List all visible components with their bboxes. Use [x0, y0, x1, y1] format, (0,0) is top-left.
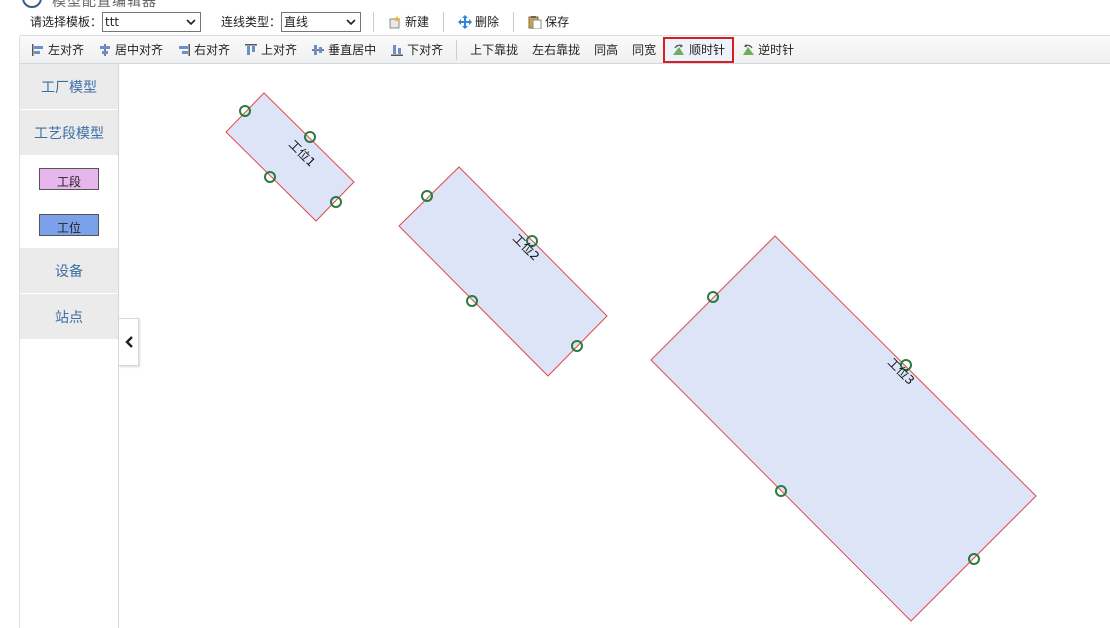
align-bottom-button[interactable]: 下对齐	[383, 39, 450, 61]
canvas-svg: 工位1 工位2 工位3	[225, 92, 1037, 622]
align-right-button[interactable]: 右对齐	[170, 39, 237, 61]
dock-horizontal-button[interactable]: 左右靠拢	[525, 39, 587, 61]
delete-button-label: 删除	[475, 15, 500, 29]
station-shape-1[interactable]: 工位1	[225, 92, 355, 222]
dock-vertical-label: 上下靠拢	[470, 43, 519, 57]
station-shape-body[interactable]	[398, 166, 608, 377]
dock-vertical-button[interactable]: 上下靠拢	[463, 39, 525, 61]
app-window: 模型配置编辑器 请选择模板： ttt 连线类型： 直线 新建 删除 保存 左对齐…	[0, 0, 1110, 628]
title-bar: 模型配置编辑器	[0, 0, 1110, 8]
main-toolbar: 请选择模板： ttt 连线类型： 直线 新建 删除 保存	[20, 8, 1110, 36]
template-select-value: ttt	[105, 14, 120, 29]
dock-horizontal-label: 左右靠拢	[532, 43, 581, 57]
align-middle-button[interactable]: 垂直居中	[304, 39, 383, 61]
rotate-clockwise-button[interactable]: 顺时针	[663, 36, 735, 63]
template-select[interactable]: ttt	[102, 11, 202, 32]
rotate-clockwise-label: 顺时针	[689, 43, 726, 57]
move-arrows-icon	[458, 14, 473, 29]
chevron-down-icon	[186, 18, 196, 25]
align-top-label: 上对齐	[261, 43, 298, 57]
toolbar-divider	[513, 11, 515, 32]
sidebar-item-site[interactable]: 站点	[20, 294, 118, 340]
toolbar-divider	[443, 11, 445, 32]
station-chip[interactable]: 工位	[39, 213, 99, 236]
align-bottom-label: 下对齐	[407, 43, 444, 57]
save-button[interactable]: 保存	[522, 11, 575, 33]
component-palette: 工厂模型 工艺段模型 工段 工位 设备 站点	[20, 64, 119, 628]
rotate-counterclockwise-button[interactable]: 逆时针	[734, 39, 801, 61]
station-shape-2[interactable]: 工位2	[398, 166, 608, 377]
sidebar-item-label: 工艺段模型	[34, 125, 104, 142]
same-height-button[interactable]: 同高	[587, 39, 625, 61]
sidebar-item-label: 站点	[55, 309, 83, 326]
toolbar-divider	[456, 39, 458, 60]
align-right-label: 右对齐	[194, 43, 231, 57]
left-edge-strip	[0, 36, 20, 628]
same-width-label: 同宽	[632, 43, 657, 57]
rotate-clockwise-icon	[673, 43, 685, 55]
same-width-button[interactable]: 同宽	[625, 39, 663, 61]
align-toolbar: 左对齐 居中对齐 右对齐 上对齐 垂直居中 下对齐 上下靠拢 左右靠拢 同高 同…	[20, 36, 1110, 64]
line-type-label: 连线类型：	[221, 15, 282, 29]
station-shape-3[interactable]: 工位3	[650, 235, 1037, 622]
align-right-icon	[179, 43, 191, 56]
section-chip[interactable]: 工段	[39, 167, 99, 190]
line-type-select-value: 直线	[284, 15, 309, 29]
align-left-icon	[32, 43, 43, 56]
align-center-icon	[100, 43, 111, 56]
sidebar-item-process-segment-model[interactable]: 工艺段模型	[20, 110, 118, 156]
chevron-down-icon	[346, 18, 356, 25]
clipboard-icon	[528, 15, 542, 29]
rotate-counterclockwise-label: 逆时针	[758, 43, 795, 57]
align-center-label: 居中对齐	[115, 43, 164, 57]
rotate-counterclockwise-icon	[743, 43, 755, 55]
align-left-button[interactable]: 左对齐	[24, 39, 91, 61]
align-top-button[interactable]: 上对齐	[237, 39, 304, 61]
align-middle-icon	[312, 44, 325, 55]
section-chip-label: 工段	[56, 174, 81, 189]
sidebar-item-section[interactable]: 工段	[20, 156, 118, 202]
station-chip-label: 工位	[56, 220, 81, 235]
window-title: 模型配置编辑器	[52, 0, 157, 8]
template-label: 请选择模板：	[30, 15, 103, 29]
sidebar-item-station[interactable]: 工位	[20, 202, 118, 248]
align-left-label: 左对齐	[48, 43, 85, 57]
design-canvas[interactable]: 工位1 工位2 工位3	[120, 64, 1110, 628]
new-button-label: 新建	[405, 15, 430, 29]
align-top-icon	[245, 43, 258, 55]
new-button[interactable]: 新建	[382, 11, 435, 33]
sidebar-item-factory-model[interactable]: 工厂模型	[20, 64, 118, 110]
toolbar-divider	[373, 11, 375, 32]
sidebar-item-label: 工厂模型	[41, 79, 97, 96]
sidebar-item-equipment[interactable]: 设备	[20, 248, 118, 294]
same-height-label: 同高	[594, 43, 619, 57]
app-logo-icon	[22, 0, 42, 8]
delete-button[interactable]: 删除	[452, 11, 505, 33]
line-type-select[interactable]: 直线	[281, 11, 362, 32]
align-center-button[interactable]: 居中对齐	[91, 39, 170, 61]
sidebar-item-label: 设备	[55, 263, 83, 280]
station-shape-body[interactable]	[225, 92, 355, 222]
align-bottom-icon	[391, 44, 404, 56]
save-button-label: 保存	[545, 15, 570, 29]
align-middle-label: 垂直居中	[328, 43, 377, 57]
new-file-icon	[389, 15, 401, 28]
